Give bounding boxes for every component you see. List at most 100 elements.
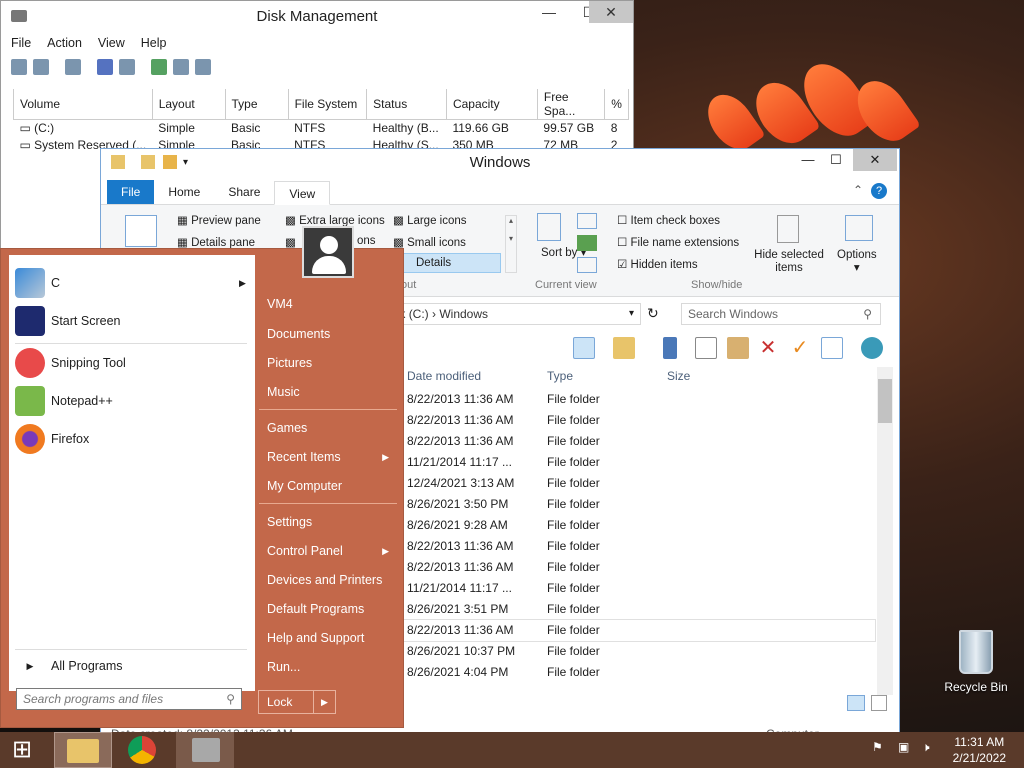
program-item[interactable]: Snipping Tool bbox=[15, 345, 126, 381]
menu-help[interactable]: Help bbox=[141, 33, 167, 53]
back-icon[interactable] bbox=[11, 59, 27, 75]
table-row[interactable]: ▭ (C:) Simple Basic NTFS Healthy (B... 1… bbox=[14, 120, 629, 137]
rescan-icon[interactable] bbox=[195, 59, 211, 75]
column-header[interactable]: Layout bbox=[151, 89, 226, 120]
taskbar-chrome[interactable] bbox=[114, 732, 172, 768]
details-view-icon[interactable] bbox=[847, 695, 865, 711]
start-menu-item[interactable]: Documents bbox=[267, 323, 397, 345]
start-menu-item[interactable]: Settings bbox=[267, 511, 397, 533]
sort-by-icon[interactable] bbox=[537, 213, 561, 241]
column-header[interactable]: % bbox=[604, 89, 629, 120]
start-menu-item[interactable]: Default Programs bbox=[267, 598, 397, 620]
extra-large-icons-button[interactable]: ▩ Extra large icons bbox=[285, 213, 385, 227]
start-menu-item[interactable]: Music bbox=[267, 381, 397, 403]
collapse-ribbon-icon[interactable]: ⌃ bbox=[853, 183, 863, 197]
pane-toggle-icon[interactable] bbox=[573, 337, 595, 359]
details-pane-button[interactable]: ▦ Details pane bbox=[177, 235, 255, 249]
tab-file[interactable]: File bbox=[107, 180, 155, 204]
item-check-boxes-toggle[interactable]: ☐ Item check boxes bbox=[617, 213, 720, 227]
maximize-button[interactable]: ☐ bbox=[819, 149, 853, 171]
table-row[interactable]: 8/26/2021 3:51 PM File folder bbox=[401, 599, 875, 620]
cut-icon[interactable] bbox=[663, 337, 677, 359]
vertical-scrollbar[interactable] bbox=[877, 367, 893, 695]
table-row[interactable]: 8/22/2013 11:36 AM File folder bbox=[401, 431, 875, 452]
tab-home[interactable]: Home bbox=[154, 180, 214, 204]
start-menu-item[interactable]: Control Panel ▶ bbox=[267, 540, 397, 562]
file-list[interactable]: Date modified Type Size 8/22/2013 11:36 … bbox=[400, 363, 876, 693]
column-type[interactable]: Type bbox=[541, 363, 661, 389]
column-date-modified[interactable]: Date modified bbox=[401, 363, 541, 389]
hide-selected-icon[interactable] bbox=[777, 215, 799, 243]
file-name-extensions-toggle[interactable]: ☐ File name extensions bbox=[617, 235, 739, 249]
start-menu-item[interactable]: Recent Items ▶ bbox=[267, 446, 397, 468]
forward-icon[interactable] bbox=[33, 59, 49, 75]
start-menu-item[interactable]: Pictures bbox=[267, 352, 397, 374]
program-item[interactable]: C ▶ bbox=[15, 265, 246, 301]
rename-icon[interactable]: ✓ bbox=[789, 337, 811, 359]
options-button[interactable]: Options ▾ bbox=[837, 249, 877, 275]
recycle-bin[interactable]: Recycle Bin bbox=[940, 630, 1012, 694]
start-button[interactable]: ⊞ bbox=[0, 732, 58, 768]
table-row[interactable]: 8/26/2021 3:50 PM File folder bbox=[401, 494, 875, 515]
properties-icon[interactable] bbox=[119, 59, 135, 75]
table-row[interactable]: 8/26/2021 4:04 PM File folder bbox=[401, 662, 875, 683]
copy-icon[interactable] bbox=[695, 337, 717, 359]
scrollbar-thumb[interactable] bbox=[878, 379, 892, 423]
options-icon[interactable] bbox=[845, 215, 873, 241]
paste-icon[interactable] bbox=[727, 337, 749, 359]
menu-view[interactable]: View bbox=[98, 33, 125, 53]
start-search-input[interactable]: Search programs and files ⚲ bbox=[16, 688, 242, 710]
group-by-icon[interactable] bbox=[577, 213, 597, 229]
column-header[interactable]: File System bbox=[287, 89, 368, 120]
tab-view[interactable]: View bbox=[274, 181, 331, 205]
start-menu-item[interactable]: VM4 bbox=[267, 293, 397, 315]
close-button[interactable]: ✕ bbox=[853, 149, 897, 171]
action-center-icon[interactable]: ⚑ bbox=[872, 740, 883, 754]
table-row[interactable]: 8/26/2021 10:37 PM File folder bbox=[401, 641, 875, 662]
column-header[interactable]: Type bbox=[224, 89, 289, 120]
table-row[interactable]: 8/22/2013 11:36 AM File folder bbox=[401, 389, 875, 410]
column-header[interactable]: Capacity bbox=[445, 89, 538, 120]
settings-icon[interactable] bbox=[173, 59, 189, 75]
delete-icon[interactable]: ✕ bbox=[757, 337, 779, 359]
medium-icons-button[interactable]: ▩ bbox=[285, 235, 303, 249]
title-bar[interactable]: ▾ Windows — ☐ ✕ bbox=[101, 149, 899, 179]
taskbar-explorer[interactable] bbox=[54, 732, 112, 768]
details-view-button[interactable]: Details bbox=[401, 253, 501, 273]
table-row[interactable]: 12/24/2021 3:13 AM File folder bbox=[401, 473, 875, 494]
navigation-pane-icon[interactable] bbox=[125, 215, 157, 247]
lock-button[interactable]: Lock ▶ bbox=[258, 690, 336, 714]
search-input[interactable]: Search Windows ⚲ bbox=[681, 303, 881, 325]
start-menu[interactable]: C ▶ Start Screen Snipping Tool Notepad++ … bbox=[0, 248, 404, 728]
start-menu-item[interactable]: Devices and Printers bbox=[267, 569, 397, 591]
column-header[interactable]: Free Spa... bbox=[536, 89, 606, 120]
column-header[interactable]: Volume bbox=[13, 89, 153, 120]
column-header[interactable]: Status bbox=[366, 89, 447, 120]
refresh-icon[interactable]: ↻ bbox=[647, 305, 659, 322]
help-icon[interactable] bbox=[97, 59, 113, 75]
shell-icon[interactable] bbox=[861, 337, 883, 359]
title-bar[interactable]: Disk Management — ☐ ✕ bbox=[1, 1, 633, 33]
properties-quick-icon[interactable] bbox=[141, 155, 155, 169]
taskbar-disk-management[interactable] bbox=[176, 732, 234, 768]
address-dropdown-icon[interactable]: ▾ bbox=[629, 304, 634, 324]
power-options-arrow-icon[interactable]: ▶ bbox=[313, 691, 335, 713]
table-row[interactable]: 11/21/2014 11:17 ... File folder bbox=[401, 578, 875, 599]
volume-muted-icon[interactable]: 🕨 bbox=[922, 740, 930, 755]
program-item[interactable]: Firefox bbox=[15, 421, 89, 457]
column-size[interactable]: Size bbox=[661, 363, 741, 389]
table-row[interactable]: 8/22/2013 11:36 AM File folder bbox=[401, 410, 875, 431]
minimize-button[interactable]: — bbox=[527, 1, 571, 23]
user-avatar[interactable] bbox=[302, 226, 354, 278]
tab-share[interactable]: Share bbox=[214, 180, 274, 204]
program-item[interactable]: Notepad++ bbox=[15, 383, 113, 419]
new-folder-quick-icon[interactable] bbox=[163, 155, 177, 169]
customize-qat-icon[interactable]: ▾ bbox=[183, 149, 188, 177]
table-row[interactable]: 8/22/2013 11:36 AM File folder bbox=[400, 619, 876, 642]
table-row[interactable]: 8/22/2013 11:36 AM File folder bbox=[401, 536, 875, 557]
refresh-icon[interactable] bbox=[151, 59, 167, 75]
properties-icon[interactable] bbox=[821, 337, 843, 359]
layout-scroll[interactable]: ▴ ▾ bbox=[505, 215, 517, 273]
add-columns-icon[interactable] bbox=[577, 235, 597, 251]
preview-pane-button[interactable]: ▦ Preview pane bbox=[177, 213, 261, 227]
